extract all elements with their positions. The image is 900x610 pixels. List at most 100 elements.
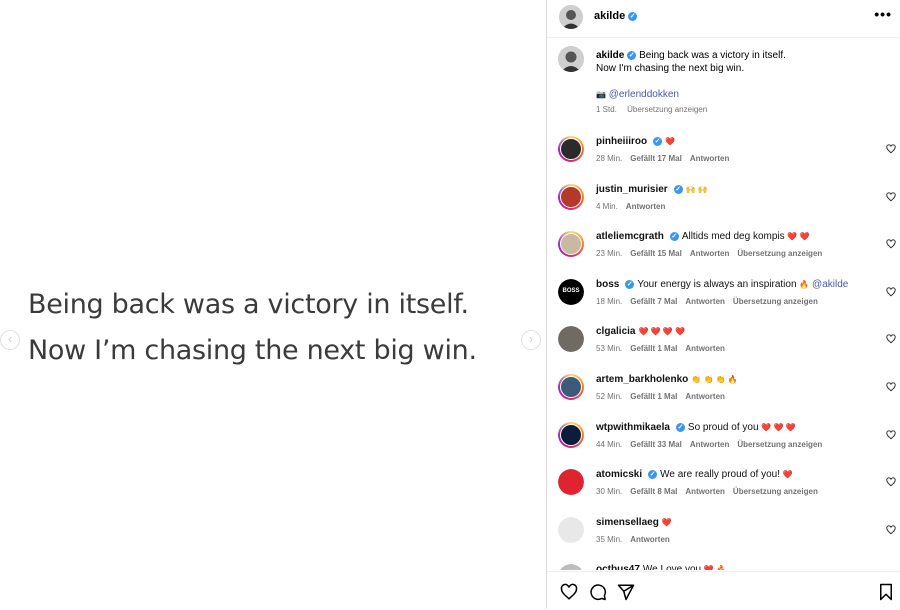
comment-avatar[interactable] (558, 326, 584, 353)
reply-button[interactable]: Antworten (685, 392, 725, 401)
comment-row: pinheiiiroo ✓ ❤️ 28 Min. Gefällt 17 Mal Antwo… (547, 130, 900, 178)
author-username[interactable]: akilde ✓ (594, 10, 638, 22)
comment-mention-link[interactable]: @akilde (812, 279, 848, 290)
comment-time: 28 Min. (596, 154, 623, 163)
comment-meta: 30 Min. Gefällt 8 Mal Antworten Übersetzung… (596, 487, 826, 496)
comment-like-heart-icon[interactable] (886, 191, 896, 202)
verified-icon: ✓ (625, 279, 635, 289)
reply-button[interactable]: Antworten (690, 440, 730, 449)
comment-likes[interactable]: Gefällt 33 Mal (630, 440, 682, 449)
comment-text-line: artem_barkholenko 👏 👏 👏 🔥 (596, 374, 738, 385)
comment-row: wtpwithmikaela ✓ So proud of you ❤️ ❤️ ❤️ 4… (547, 416, 900, 464)
verified-icon: ✓ (675, 422, 685, 432)
comment-username[interactable]: atomicski (596, 469, 642, 480)
reply-button[interactable]: Antworten (690, 249, 730, 258)
comment-username[interactable]: atleliemcgrath (596, 231, 664, 242)
comment-avatar[interactable] (558, 373, 584, 400)
reply-button[interactable]: Antworten (685, 344, 725, 353)
translate-link[interactable]: Übersetzung anzeigen (627, 105, 707, 114)
comment-row: simensellaeg ❤️ 35 Min. Antworten (547, 511, 900, 559)
reply-button[interactable]: Antworten (630, 535, 670, 544)
comment-avatar[interactable] (558, 136, 584, 162)
translate-link[interactable]: Übersetzung anzeigen (733, 297, 818, 306)
comment-username[interactable]: simensellaeg (596, 517, 659, 528)
post-header: akilde ✓ ••• (547, 0, 900, 38)
comment-meta: 44 Min. Gefällt 33 Mal Antworten Übersetzun… (596, 440, 830, 449)
heart-icon[interactable] (560, 583, 578, 601)
comment-avatar[interactable] (558, 183, 584, 210)
caption-avatar[interactable] (558, 46, 584, 72)
comment-likes[interactable]: Gefällt 17 Mal (630, 154, 682, 163)
comment-username[interactable]: artem_barkholenko (596, 374, 688, 385)
comment-meta: 28 Min. Gefällt 17 Mal Antworten (596, 154, 737, 163)
carousel-prev-button[interactable]: ‹ (0, 330, 20, 350)
comment-row: justin_murisier ✓ 🙌 🙌 4 Min. Antworten (547, 178, 900, 226)
comment-time: 23 Min. (596, 249, 623, 259)
translate-link[interactable]: Übersetzung anzeigen (737, 440, 822, 449)
carousel-next-button[interactable]: › (521, 330, 541, 350)
comment-like-heart-icon[interactable] (886, 525, 896, 535)
reply-button[interactable]: Antworten (690, 154, 730, 163)
comment-row: octbus47 We Love you ❤️ 🔥 (547, 558, 900, 570)
comment-avatar[interactable] (558, 421, 584, 448)
comment-username[interactable]: pinheiiiroo (596, 136, 647, 147)
comment-row: clgalicia ❤️ ❤️ ❤️ ❤️ 53 Min. Gefällt 1 Mal… (547, 320, 900, 368)
comment-likes[interactable]: Gefällt 1 Mal (630, 392, 677, 401)
translate-link[interactable]: Übersetzung anzeigen (733, 487, 818, 496)
comment-emoji: ❤️ (782, 470, 793, 480)
comment-text-line: boss ✓ Your energy is always an inspiratio… (596, 279, 848, 290)
comment-text: Your energy is always an inspiration (637, 278, 797, 290)
bookmark-icon[interactable] (877, 583, 895, 601)
translate-link[interactable]: Übersetzung anzeigen (737, 249, 822, 258)
comment-likes[interactable]: Gefällt 7 Mal (630, 297, 677, 306)
comments-list[interactable]: akilde ✓ Being back was a victory in itse… (547, 38, 900, 570)
comment-username[interactable]: justin_murisier (596, 184, 668, 195)
comment-avatar[interactable] (558, 516, 584, 543)
comment-like-heart-icon[interactable] (886, 239, 896, 249)
comment-like-heart-icon[interactable] (886, 287, 896, 297)
verified-icon: ✓ (627, 51, 637, 60)
comment-emoji: ❤️ 🔥 (703, 565, 727, 570)
comment-time: 53 Min. (596, 344, 623, 354)
comment-time: 30 Min. (596, 487, 623, 497)
comment-text-line: octbus47 We Love you ❤️ 🔥 (596, 564, 726, 570)
more-options-button[interactable]: ••• (874, 6, 892, 22)
comment-username[interactable]: octbus47 (596, 564, 640, 570)
post-image-line-1: Being back was a victory in itself. (28, 289, 469, 320)
comment-likes[interactable]: Gefällt 1 Mal (630, 344, 677, 353)
comment-like-heart-icon[interactable] (886, 144, 896, 154)
camera-icon: 📷 (596, 90, 606, 99)
comment-username[interactable]: boss (596, 279, 619, 290)
comment-text-line: pinheiiiroo ✓ ❤️ (596, 136, 675, 147)
comment-icon[interactable] (589, 583, 607, 601)
comment-text-line: clgalicia ❤️ ❤️ ❤️ ❤️ (596, 326, 685, 337)
post-caption: akilde ✓ Being back was a victory in itse… (547, 38, 900, 130)
comment-emoji: ❤️ ❤️ ❤️ (761, 422, 796, 432)
comment-like-heart-icon[interactable] (886, 477, 896, 487)
comment-avatar[interactable] (558, 469, 584, 496)
comment-text: So proud of you (687, 421, 759, 433)
comment-avatar[interactable] (558, 564, 584, 570)
reply-button[interactable]: Antworten (685, 487, 725, 496)
comment-like-heart-icon[interactable] (886, 334, 896, 344)
author-avatar[interactable] (559, 5, 583, 29)
comment-likes[interactable]: Gefällt 15 Mal (630, 249, 682, 258)
comment-time: 18 Min. (596, 296, 623, 306)
comment-like-heart-icon[interactable] (886, 382, 896, 392)
comment-text-line: simensellaeg ❤️ (596, 517, 672, 528)
post-image-text: Being back was a victory in itself. Now … (28, 282, 477, 374)
comment-avatar[interactable] (558, 231, 584, 258)
caption-mention-link[interactable]: @erlenddokken (609, 89, 679, 100)
send-icon[interactable] (617, 583, 635, 601)
comment-username[interactable]: wtpwithmikaela (596, 422, 670, 433)
comment-meta: 23 Min. Gefällt 15 Mal Antworten Übersetzun… (596, 249, 830, 258)
caption-username[interactable]: akilde (596, 50, 624, 61)
reply-button[interactable]: Antworten (685, 297, 725, 306)
comment-avatar[interactable]: BOSS (558, 278, 584, 305)
comment-time: 52 Min. (596, 391, 623, 401)
comment-likes[interactable]: Gefällt 8 Mal (630, 487, 677, 496)
reply-button[interactable]: Antworten (626, 202, 666, 211)
comment-row: atomicski ✓ We are really proud of you! ❤️… (547, 463, 900, 511)
comment-username[interactable]: clgalicia (596, 326, 635, 337)
comment-like-heart-icon[interactable] (886, 429, 896, 440)
